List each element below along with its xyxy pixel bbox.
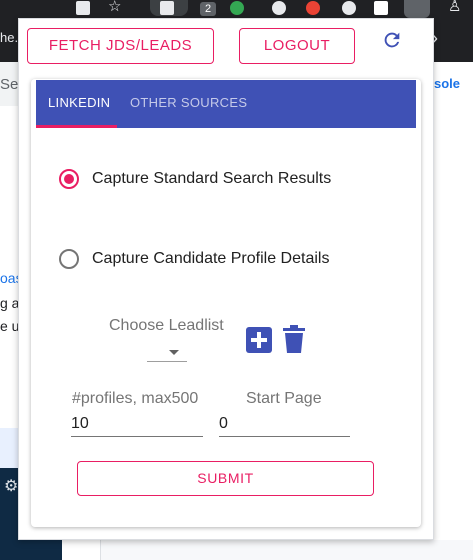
option-label: Capture Candidate Profile Details bbox=[92, 250, 330, 267]
extension-icon[interactable] bbox=[306, 1, 320, 15]
start-page-label: Start Page bbox=[246, 390, 322, 407]
option-candidate-profile[interactable]: Capture Candidate Profile Details bbox=[59, 249, 329, 269]
puzzle-icon[interactable]: ♙ bbox=[448, 0, 461, 14]
bookmark-star-icon[interactable]: ☆ bbox=[108, 0, 121, 14]
source-tabs: LINKEDIN OTHER SOURCES bbox=[36, 80, 416, 128]
extension-badge: 2 bbox=[200, 2, 216, 16]
profiles-input[interactable] bbox=[71, 411, 203, 437]
trash-icon[interactable] bbox=[283, 325, 305, 353]
active-extension-icon[interactable] bbox=[404, 0, 430, 18]
tab-linkedin[interactable]: LINKEDIN bbox=[48, 80, 110, 128]
arrow-drop-down-icon bbox=[169, 350, 179, 355]
extension-icon[interactable] bbox=[76, 1, 90, 15]
submit-button[interactable]: SUBMIT bbox=[77, 461, 374, 496]
main-card: LINKEDIN OTHER SOURCES Capture Standard … bbox=[31, 79, 421, 527]
console-link[interactable]: sole bbox=[434, 76, 460, 91]
radio-unchecked-icon[interactable] bbox=[59, 249, 79, 269]
profiles-label: #profiles, max500 bbox=[72, 390, 199, 407]
extension-icon[interactable] bbox=[272, 1, 286, 15]
leadlist-select[interactable] bbox=[147, 340, 187, 362]
gear-icon[interactable]: ⚙ bbox=[4, 476, 18, 496]
extension-icon[interactable] bbox=[342, 1, 356, 15]
refresh-icon[interactable] bbox=[381, 29, 403, 51]
option-label: Capture Standard Search Results bbox=[92, 170, 332, 187]
add-box-icon[interactable] bbox=[246, 327, 272, 353]
active-tab-indicator bbox=[36, 125, 117, 128]
option-standard-search[interactable]: Capture Standard Search Results bbox=[59, 169, 331, 189]
radio-checked-icon[interactable] bbox=[59, 169, 79, 189]
grammarly-icon[interactable] bbox=[230, 1, 244, 15]
extension-icon[interactable] bbox=[374, 1, 388, 15]
logout-button[interactable]: LOGOUT bbox=[239, 28, 355, 64]
tab-other-sources[interactable]: OTHER SOURCES bbox=[130, 80, 247, 128]
extension-popup: FETCH JDS/LEADS LOGOUT LINKEDIN OTHER SO… bbox=[18, 18, 434, 540]
page-panel bbox=[0, 428, 18, 468]
extension-icon[interactable] bbox=[160, 1, 174, 15]
page-content-area bbox=[100, 540, 473, 560]
start-page-input[interactable] bbox=[219, 411, 350, 437]
leadlist-label: Choose Leadlist bbox=[109, 317, 224, 334]
fetch-jds-leads-button[interactable]: FETCH JDS/LEADS bbox=[27, 28, 214, 64]
